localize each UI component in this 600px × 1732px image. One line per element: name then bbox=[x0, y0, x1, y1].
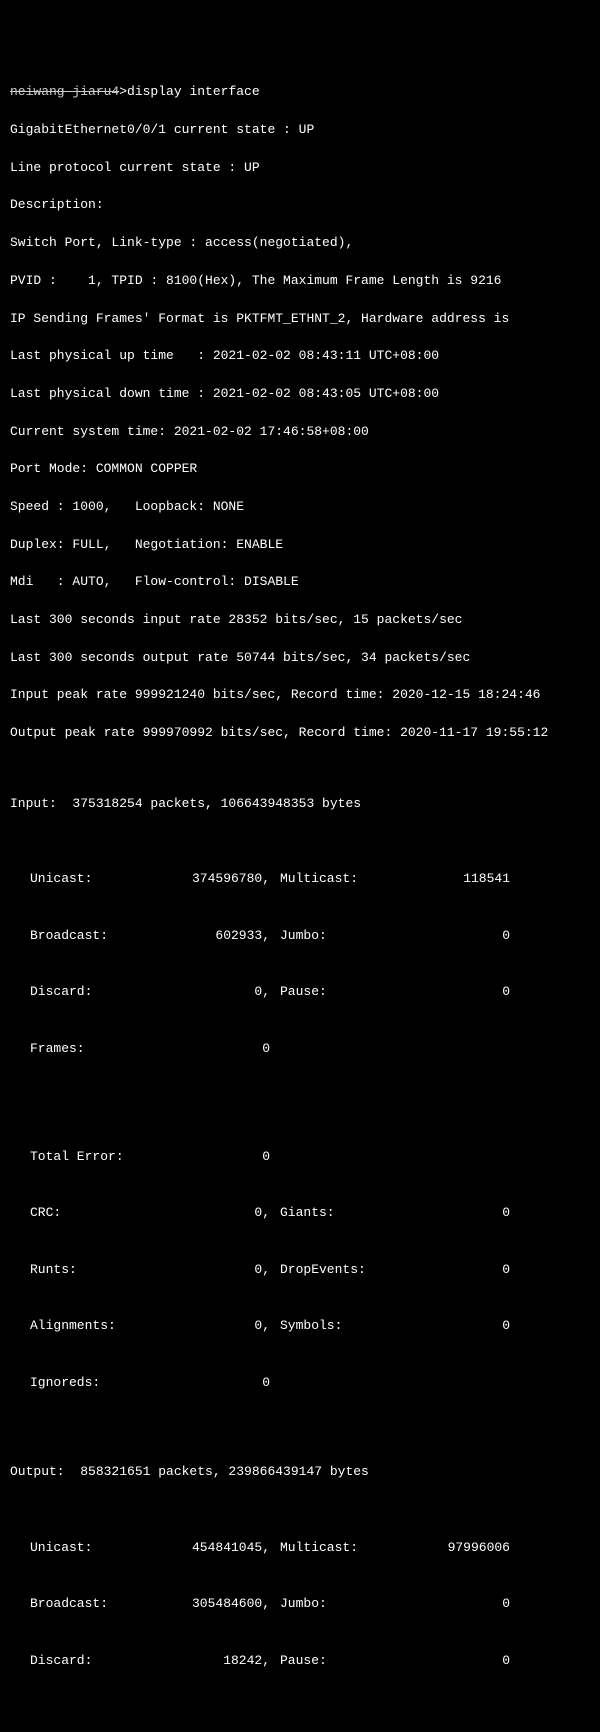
table-row: Ignoreds:0 bbox=[30, 1374, 590, 1393]
table-row: Total Error:0 bbox=[30, 1148, 590, 1167]
input-header: Input: 375318254 packets, 106643948353 b… bbox=[10, 795, 590, 814]
last-up: Last physical up time : 2021-02-02 08:43… bbox=[10, 347, 590, 366]
input-rows: Unicast:374596780,Multicast:118541 Broad… bbox=[10, 832, 590, 1411]
output-rows: Unicast:454841045,Multicast:97996006 Bro… bbox=[10, 1501, 590, 1732]
command-text: display interface bbox=[127, 84, 260, 99]
table-row: Frames:0 bbox=[30, 1040, 590, 1059]
duplex-line: Duplex: FULL, Negotiation: ENABLE bbox=[10, 536, 590, 555]
table-row: Unicast:454841045,Multicast:97996006 bbox=[30, 1539, 590, 1558]
table-row: Broadcast:602933,Jumbo:0 bbox=[30, 927, 590, 946]
table-row: Unicast:374596780,Multicast:118541 bbox=[30, 870, 590, 889]
peak-in: Input peak rate 999921240 bits/sec, Reco… bbox=[10, 686, 590, 705]
rate-out: Last 300 seconds output rate 50744 bits/… bbox=[10, 649, 590, 668]
host-obscured: neiwang-jiaru4 bbox=[10, 84, 119, 99]
port-mode: Port Mode: COMMON COPPER bbox=[10, 460, 590, 479]
line-protocol: Line protocol current state : UP bbox=[10, 159, 590, 178]
switch-port: Switch Port, Link-type : access(negotiat… bbox=[10, 234, 590, 253]
speed-line: Speed : 1000, Loopback: NONE bbox=[10, 498, 590, 517]
mdi-line: Mdi : AUTO, Flow-control: DISABLE bbox=[10, 573, 590, 592]
table-row: Alignments:0,Symbols:0 bbox=[30, 1317, 590, 1336]
table-row: Discard:18242,Pause:0 bbox=[30, 1652, 590, 1671]
peak-out: Output peak rate 999970992 bits/sec, Rec… bbox=[10, 724, 590, 743]
pvid-line: PVID : 1, TPID : 8100(Hex), The Maximum … bbox=[10, 272, 590, 291]
rate-in: Last 300 seconds input rate 28352 bits/s… bbox=[10, 611, 590, 630]
table-row: Runts:0,DropEvents:0 bbox=[30, 1261, 590, 1280]
output-header: Output: 858321651 packets, 239866439147 … bbox=[10, 1463, 590, 1482]
last-down: Last physical down time : 2021-02-02 08:… bbox=[10, 385, 590, 404]
description: Description: bbox=[10, 196, 590, 215]
table-row: Discard:0,Pause:0 bbox=[30, 983, 590, 1002]
table-row: Broadcast:305484600,Jumbo:0 bbox=[30, 1595, 590, 1614]
table-row: CRC:0,Giants:0 bbox=[30, 1204, 590, 1223]
ip-format: IP Sending Frames' Format is PKTFMT_ETHN… bbox=[10, 310, 590, 329]
prompt-line: neiwang-jiaru4>display interface bbox=[10, 83, 590, 102]
if-state: GigabitEthernet0/0/1 current state : UP bbox=[10, 121, 590, 140]
sys-time: Current system time: 2021-02-02 17:46:58… bbox=[10, 423, 590, 442]
